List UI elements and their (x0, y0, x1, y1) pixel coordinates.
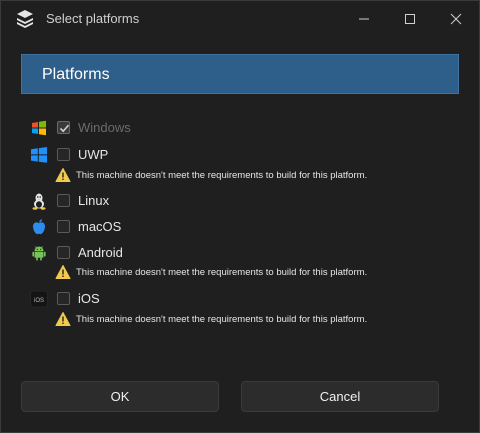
ios-warning-text: This machine doesn't meet the requiremen… (76, 314, 368, 325)
uwp-warning: This machine doesn't meet the requiremen… (1, 167, 479, 185)
macos-checkbox[interactable] (57, 220, 70, 233)
android-warning: This machine doesn't meet the requiremen… (1, 264, 479, 282)
uwp-icon (30, 146, 48, 164)
ios-icon-text: iOS (34, 298, 44, 304)
uwp-label: UWP (78, 147, 109, 162)
android-label: Android (78, 245, 123, 260)
apple-icon (30, 218, 48, 236)
warning-icon (55, 264, 71, 280)
platforms-header-title: Platforms (42, 66, 110, 83)
cancel-button[interactable]: Cancel (241, 381, 439, 412)
android-warning-text: This machine doesn't meet the requiremen… (76, 267, 368, 278)
ios-icon: iOS (30, 290, 48, 308)
maximize-icon (405, 14, 415, 24)
android-checkbox[interactable] (57, 246, 70, 259)
platform-row-windows: Windows (1, 119, 479, 139)
windows-icon (30, 119, 48, 137)
minimize-button[interactable] (341, 1, 387, 37)
linux-label: Linux (78, 193, 110, 208)
linux-icon (30, 192, 48, 210)
warning-icon (55, 167, 71, 183)
platform-row-linux: Linux (1, 192, 479, 212)
linux-checkbox[interactable] (57, 194, 70, 207)
platform-row-ios: iOS iOS (1, 290, 479, 310)
ios-checkbox[interactable] (57, 292, 70, 305)
uwp-warning-text: This machine doesn't meet the requiremen… (76, 170, 368, 181)
window-title: Select platforms (46, 11, 140, 26)
checkmark-icon (59, 124, 70, 133)
windows-label: Windows (78, 120, 131, 135)
close-button[interactable] (433, 1, 479, 37)
platforms-header: Platforms (21, 54, 459, 94)
ios-warning: This machine doesn't meet the requiremen… (1, 311, 479, 329)
android-icon (30, 244, 48, 262)
uwp-checkbox[interactable] (57, 148, 70, 161)
macos-label: macOS (78, 219, 122, 234)
ios-label: iOS (78, 291, 100, 306)
platform-row-android: Android (1, 244, 479, 264)
minimize-icon (359, 18, 369, 20)
select-platforms-dialog: Select platforms Platforms Windows UWP T… (0, 0, 480, 433)
warning-icon (55, 311, 71, 327)
windows-checkbox[interactable] (57, 121, 70, 134)
close-icon (450, 13, 462, 25)
app-logo-icon (15, 9, 35, 29)
platform-row-uwp: UWP (1, 146, 479, 166)
maximize-button[interactable] (387, 1, 433, 37)
ok-button[interactable]: OK (21, 381, 219, 412)
title-bar[interactable]: Select platforms (1, 1, 479, 37)
platform-row-macos: macOS (1, 218, 479, 238)
